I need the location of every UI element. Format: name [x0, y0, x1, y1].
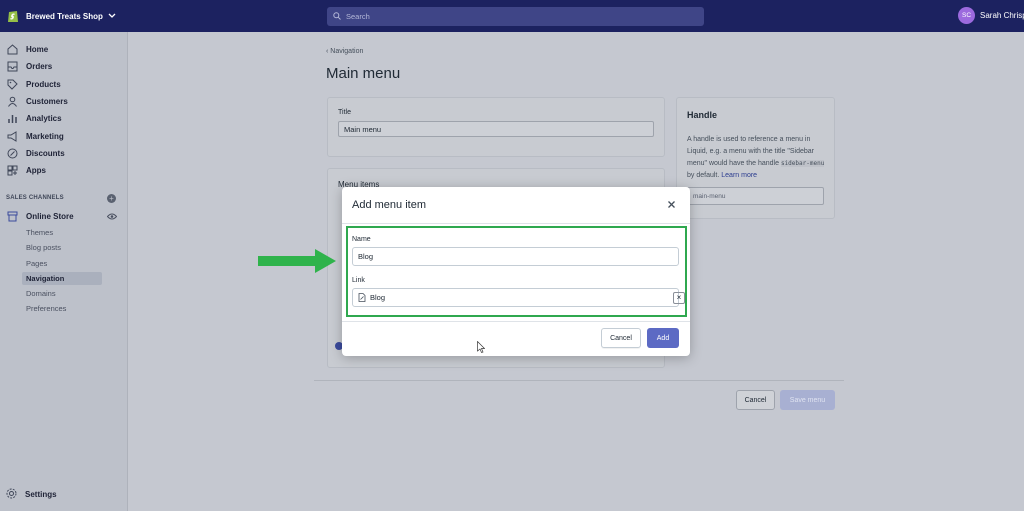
sidebar-item-apps[interactable]: Apps — [6, 163, 46, 177]
handle-code: sidebar-menu — [780, 160, 825, 167]
add-button[interactable]: Add — [647, 328, 679, 348]
person-icon — [6, 95, 18, 107]
apps-icon — [6, 164, 18, 176]
home-icon — [6, 43, 18, 55]
orders-icon — [6, 60, 18, 72]
search-placeholder: Search — [346, 12, 370, 21]
sidebar: Home Orders Products Customers Analytics… — [0, 32, 128, 511]
megaphone-icon — [6, 130, 18, 142]
avatar: SC — [958, 7, 975, 24]
save-menu-button[interactable]: Save menu — [780, 390, 835, 410]
sidebar-subitem-themes[interactable]: Themes — [22, 226, 102, 239]
sidebar-item-products[interactable]: Products — [6, 77, 61, 91]
sidebar-subitem-domains[interactable]: Domains — [22, 287, 102, 300]
add-channel-icon[interactable]: + — [107, 194, 116, 203]
eye-icon[interactable] — [106, 212, 118, 222]
shopify-logo-icon — [6, 8, 20, 24]
tag-icon — [6, 78, 18, 90]
mouse-cursor-icon — [477, 340, 486, 355]
link-value: Blog — [370, 293, 386, 302]
sidebar-item-label: Customers — [26, 96, 68, 106]
blog-icon — [358, 293, 366, 302]
sidebar-item-label: Discounts — [26, 148, 65, 158]
sidebar-subitem-navigation[interactable]: Navigation — [22, 272, 102, 285]
arrow-right-icon — [257, 249, 337, 275]
bar-chart-icon — [6, 112, 18, 124]
search-input[interactable]: Search — [327, 7, 704, 26]
divider — [314, 380, 844, 381]
link-label: Link — [352, 277, 365, 284]
handle-description: A handle is used to reference a menu in … — [687, 134, 829, 182]
sidebar-item-home[interactable]: Home — [6, 42, 48, 56]
title-field-label: Title — [338, 109, 351, 116]
sidebar-item-label: Products — [26, 79, 61, 89]
sidebar-item-orders[interactable]: Orders — [6, 59, 52, 73]
sidebar-item-online-store[interactable]: Online Store — [6, 209, 74, 223]
breadcrumb[interactable]: ‹ Navigation — [326, 48, 363, 55]
learn-more-link[interactable]: Learn more — [721, 172, 757, 179]
sidebar-item-label: Home — [26, 44, 49, 54]
sidebar-item-label: Apps — [26, 165, 46, 175]
store-icon — [6, 210, 18, 222]
sidebar-item-label: Analytics — [26, 113, 62, 123]
add-menu-item-modal: Add menu item Name Blog Link Blog × Canc… — [342, 187, 690, 356]
user-menu[interactable]: SC Sarah Chrisp — [958, 7, 1024, 24]
sidebar-item-marketing[interactable]: Marketing — [6, 129, 64, 143]
discount-icon — [6, 147, 18, 159]
breadcrumb-label: Navigation — [330, 48, 364, 55]
page-title: Main menu — [326, 65, 401, 82]
search-icon — [333, 11, 341, 22]
sidebar-item-customers[interactable]: Customers — [6, 94, 68, 108]
handle-field[interactable]: main-menu — [687, 187, 824, 205]
title-field[interactable]: Main menu — [338, 121, 654, 137]
modal-footer-divider — [342, 321, 690, 322]
sidebar-item-label: Marketing — [26, 131, 64, 141]
close-icon[interactable] — [667, 198, 676, 212]
sidebar-item-settings[interactable]: Settings — [6, 488, 57, 501]
sales-channels-heading: SALES CHANNELS — [6, 195, 64, 201]
name-input[interactable]: Blog — [352, 247, 679, 266]
store-switcher[interactable]: Brewed Treats Shop — [6, 8, 326, 24]
sidebar-item-label: Settings — [25, 490, 57, 499]
user-name: Sarah Chrisp — [980, 11, 1024, 20]
sidebar-subitem-blog-posts[interactable]: Blog posts — [22, 241, 102, 254]
clear-link-button[interactable]: × — [673, 292, 685, 304]
sidebar-subitem-pages[interactable]: Pages — [22, 257, 102, 270]
cancel-button[interactable]: Cancel — [601, 328, 641, 348]
sidebar-item-discounts[interactable]: Discounts — [6, 146, 65, 160]
sidebar-item-label: Online Store — [26, 211, 74, 221]
modal-title: Add menu item — [352, 199, 426, 211]
modal-header: Add menu item — [342, 187, 690, 224]
gear-icon — [6, 488, 17, 501]
sidebar-subitem-preferences[interactable]: Preferences — [22, 302, 102, 315]
handle-text-end: by default. — [687, 172, 720, 179]
store-name: Brewed Treats Shop — [26, 11, 103, 21]
sidebar-item-label: Orders — [26, 61, 53, 71]
sidebar-item-analytics[interactable]: Analytics — [6, 111, 62, 125]
link-input[interactable]: Blog × — [352, 288, 685, 307]
name-label: Name — [352, 236, 371, 243]
page-cancel-button[interactable]: Cancel — [736, 390, 775, 410]
handle-heading: Handle — [687, 110, 718, 120]
top-bar: Brewed Treats Shop Search SC Sarah Chris… — [0, 0, 1024, 32]
chevron-down-icon — [108, 12, 116, 21]
